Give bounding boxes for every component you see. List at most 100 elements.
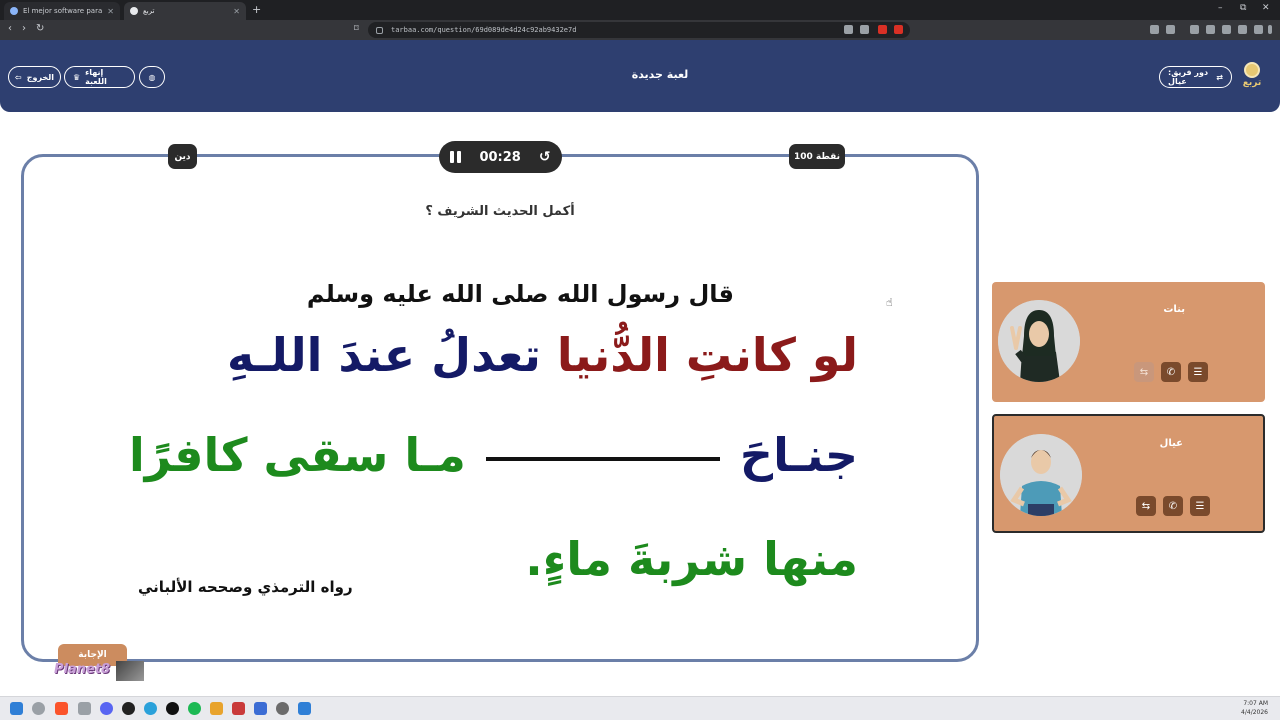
menu-icon[interactable]: [1268, 25, 1272, 34]
team-turn-label: دور فريق: عيال: [1168, 68, 1209, 86]
close-tab-icon[interactable]: ✕: [107, 7, 114, 16]
answer-blank: [485, 456, 720, 461]
settings-icon[interactable]: [276, 702, 289, 715]
girl-avatar-icon: [998, 300, 1080, 382]
browser-tab[interactable]: El mejor software para potencia ✕: [4, 2, 120, 20]
team-panel-boys: عيال ⇆ ✆ ☰: [992, 414, 1265, 533]
app-icon[interactable]: [78, 702, 91, 715]
shuffle-icon: ⇄: [1216, 72, 1223, 82]
close-window-button[interactable]: ✕: [1262, 3, 1270, 13]
question-prompt: أكمل الحديث الشريف ؟: [425, 204, 575, 219]
brave-rewards-icon[interactable]: [894, 25, 903, 34]
lifelines: ⇆ ✆ ☰: [1136, 496, 1210, 516]
hadith-line-2: جنـاحَ مـا سقى كافرًا: [129, 428, 858, 482]
reload-icon[interactable]: ↻: [36, 23, 44, 34]
theme-button[interactable]: ◍: [139, 66, 165, 88]
maximize-button[interactable]: ⧉: [1240, 3, 1246, 13]
palette-icon: ◍: [148, 72, 156, 82]
cast-icon[interactable]: [844, 25, 853, 34]
team-turn-button[interactable]: دور فريق: عيال ⇄: [1159, 66, 1232, 88]
vpn-icon[interactable]: [1254, 25, 1263, 34]
hadith-line-1-part-b: تعدلُ عندَ اللـهِ: [226, 328, 541, 382]
end-game-button[interactable]: ♛ إنهاء اللعبة: [64, 66, 135, 88]
page-title: لعبة جديدة: [631, 68, 689, 81]
question-image: قال رسول الله صلى الله عليه وسلم لو كانت…: [120, 270, 880, 620]
app-icon[interactable]: [254, 702, 267, 715]
watermark: Planet8: [54, 662, 111, 677]
timer-value: 00:28: [479, 149, 521, 165]
hand-cursor-icon: ☝: [886, 296, 893, 309]
girl-avatar: [998, 300, 1080, 382]
spotify-icon[interactable]: [188, 702, 201, 715]
obs-icon[interactable]: [122, 702, 135, 715]
hadith-line-1-part-a: لو كانتِ الدُّنيا: [556, 328, 858, 382]
team-panel-girls: بنات ⇆ ✆ ☰: [992, 282, 1265, 402]
extension-icon[interactable]: [1150, 25, 1159, 34]
telegram-icon[interactable]: [144, 702, 157, 715]
taskbar: 7:07 AM 4/4/2026: [0, 696, 1280, 720]
system-clock[interactable]: 7:07 AM 4/4/2026: [1241, 699, 1268, 717]
app-header: ⇦ الخروج ♛ إنهاء اللعبة ◍ لعبة جديدة دور…: [0, 40, 1280, 112]
hadith-line-2-part-b: مـا سقى كافرًا: [128, 428, 466, 482]
boy-avatar: [1000, 434, 1082, 516]
points-badge: 100 نقطة: [789, 144, 845, 169]
pause-icon[interactable]: [450, 151, 462, 163]
app-icon[interactable]: [210, 702, 223, 715]
trophy-icon: ♛: [73, 72, 81, 82]
brave-icon[interactable]: [55, 702, 68, 715]
swap-icon[interactable]: ⇆: [1134, 362, 1154, 382]
exit-icon: ⇦: [15, 72, 22, 82]
team-name: بنات: [1163, 304, 1185, 315]
lifelines: ⇆ ✆ ☰: [1134, 362, 1208, 382]
category-badge: دين: [168, 144, 197, 169]
logo: تربع: [1240, 62, 1264, 92]
share-icon[interactable]: [860, 25, 869, 34]
hadith-line-3: منها شربةَ ماءٍ.: [525, 532, 858, 586]
browser-tab-active[interactable]: تربع ✕: [124, 2, 246, 20]
tab-title: تربع: [143, 7, 155, 15]
timer: 00:28 ↺: [439, 141, 562, 173]
phone-icon[interactable]: ✆: [1163, 496, 1183, 516]
exit-button[interactable]: ⇦ الخروج: [8, 66, 61, 88]
app-icon[interactable]: [232, 702, 245, 715]
hadith-intro: قال رسول الله صلى الله عليه وسلم: [306, 280, 734, 308]
reset-timer-icon[interactable]: ↺: [539, 149, 551, 165]
media-icon[interactable]: [1190, 25, 1199, 34]
list-icon[interactable]: ☰: [1190, 496, 1210, 516]
sidebar-icon[interactable]: [1206, 25, 1215, 34]
minimize-button[interactable]: –: [1218, 3, 1223, 13]
watermark-thumbnail: [116, 661, 144, 681]
app-icon[interactable]: [298, 702, 311, 715]
close-tab-icon[interactable]: ✕: [233, 7, 240, 16]
browser-tab-bar: El mejor software para potencia ✕ تربع ✕…: [0, 0, 1280, 20]
tab-favicon-icon: [10, 7, 18, 15]
hadith-source: رواه الترمذي وصححه الألباني: [138, 578, 353, 596]
swap-icon[interactable]: ⇆: [1136, 496, 1156, 516]
new-tab-button[interactable]: +: [252, 3, 261, 16]
discord-icon[interactable]: [100, 702, 113, 715]
logo-text: تربع: [1242, 78, 1262, 88]
extension-icon[interactable]: [1166, 25, 1175, 34]
extension-icon[interactable]: [1222, 25, 1231, 34]
clock-date: 4/4/2026: [1241, 709, 1268, 716]
search-icon[interactable]: [32, 702, 45, 715]
url-text: tarbaa.com/question/69d089de4d24c92ab943…: [391, 26, 577, 34]
bookmark-icon[interactable]: ⌑: [354, 24, 359, 34]
list-icon[interactable]: ☰: [1188, 362, 1208, 382]
brave-shields-icon[interactable]: [878, 25, 887, 34]
forward-icon[interactable]: ›: [22, 23, 26, 34]
end-game-label: إنهاء اللعبة: [85, 68, 107, 86]
hadith-line-2-part-a: جنـاحَ: [739, 428, 858, 482]
phone-icon[interactable]: ✆: [1161, 362, 1181, 382]
site-info-icon[interactable]: [376, 26, 383, 34]
address-toolbar: ‹ › ↻ ⌑ tarbaa.com/question/69d089de4d24…: [0, 20, 1280, 40]
tab-title: El mejor software para potencia: [23, 7, 103, 15]
exit-label: الخروج: [26, 72, 54, 82]
capcut-icon[interactable]: [166, 702, 179, 715]
start-icon[interactable]: [10, 702, 23, 715]
back-icon[interactable]: ‹: [8, 23, 12, 34]
tab-favicon-icon: [130, 7, 138, 15]
extension-icon[interactable]: [1238, 25, 1247, 34]
logo-crest-icon: [1244, 62, 1260, 78]
url-bar[interactable]: tarbaa.com/question/69d089de4d24c92ab943…: [368, 22, 910, 38]
